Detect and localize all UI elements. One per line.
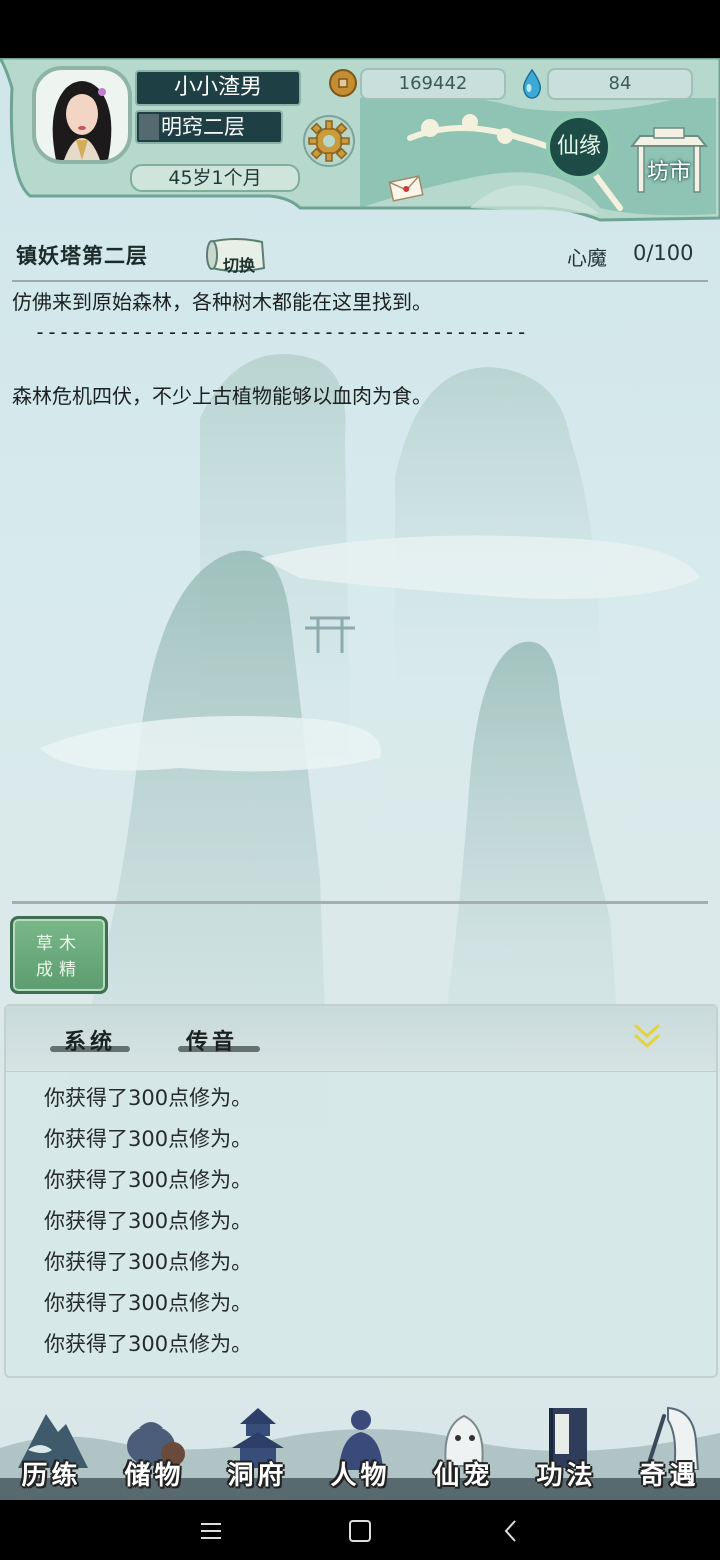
home-icon[interactable]	[347, 1518, 373, 1544]
nav-label: 仙宠	[433, 1461, 494, 1491]
chat-message: 你获得了300点修为。	[44, 1086, 253, 1110]
game-screen: 小小渣男 明窍二层 45岁1个月 169442 84 仙缘 坊市 镇妖塔第二层 …	[0, 58, 720, 1500]
system-navigation-bar	[0, 1500, 720, 1560]
xianyuan-button[interactable]: 仙缘	[546, 114, 612, 180]
chat-panel: 系统 传音 你获得了300点修为。 你获得了300点修为。 你获得了300点修为…	[4, 1004, 718, 1378]
nav-item-character[interactable]: 人物	[309, 1388, 412, 1500]
copper-coin-icon	[329, 69, 357, 97]
nav-item-storage[interactable]: 储物	[103, 1388, 206, 1500]
back-icon[interactable]	[498, 1518, 524, 1544]
chat-tab-bar: 系统 传音	[6, 1006, 716, 1072]
chat-message: 你获得了300点修为。	[44, 1332, 253, 1356]
coin-counter: 169442	[360, 68, 506, 100]
player-name: 小小渣男	[135, 70, 301, 106]
chat-message: 你获得了300点修为。	[44, 1209, 253, 1233]
spirit-stone-counter: 84	[547, 68, 693, 100]
nav-item-training[interactable]: 历练	[0, 1388, 103, 1500]
nav-label: 功法	[536, 1461, 597, 1491]
portrait-icon	[36, 70, 128, 160]
nav-item-cave[interactable]: 洞府	[206, 1388, 309, 1500]
spirit-drop-icon	[522, 68, 542, 99]
skill-button-label: 草木成精	[36, 934, 82, 980]
nav-item-adventure[interactable]: 奇遇	[618, 1388, 720, 1500]
cultivation-realm: 明窍二层	[135, 110, 283, 144]
chat-message: 你获得了300点修为。	[44, 1291, 253, 1315]
player-age: 45岁1个月	[130, 164, 300, 192]
tab-voice-message[interactable]: 传音	[186, 1024, 238, 1056]
avatar[interactable]	[32, 66, 132, 164]
nav-label: 洞府	[227, 1461, 288, 1491]
tower-title: 镇妖塔第二层	[16, 243, 148, 268]
heart-demon-value: 0/100	[633, 241, 694, 265]
skill-button[interactable]: 草木成精	[10, 916, 108, 994]
realm-progress-bar	[139, 114, 159, 140]
divider-bottom	[12, 901, 708, 904]
market-button-label[interactable]: 坊市	[634, 156, 704, 190]
realm-label: 明窍二层	[161, 115, 245, 139]
nav-label: 人物	[330, 1461, 391, 1491]
story-line-1: 仿佛来到原始森林，各种树木都能在这里找到。	[12, 290, 432, 314]
heart-demon-label: 心魔	[567, 246, 607, 270]
gear-icon[interactable]	[302, 114, 356, 168]
tab-system[interactable]: 系统	[64, 1024, 116, 1056]
chat-message: 你获得了300点修为。	[44, 1127, 253, 1151]
story-line-2: 森林危机四伏，不少上古植物能够以血肉为食。	[12, 384, 432, 408]
envelope-icon[interactable]	[388, 174, 424, 202]
switch-button-label[interactable]: 切换	[214, 252, 264, 276]
divider-top	[12, 280, 708, 282]
chat-message: 你获得了300点修为。	[44, 1250, 253, 1274]
nav-label: 历练	[21, 1461, 82, 1491]
nav-item-pet[interactable]: 仙宠	[412, 1388, 515, 1500]
chat-message: 你获得了300点修为。	[44, 1168, 253, 1192]
story-divider: ----------------------------------------…	[34, 320, 528, 344]
double-chevron-down-icon[interactable]	[632, 1022, 662, 1052]
nav-label: 奇遇	[639, 1461, 700, 1491]
nav-label: 储物	[124, 1461, 185, 1491]
nav-item-technique[interactable]: 功法	[515, 1388, 618, 1500]
bottom-nav: 历练 储物 洞府 人物 仙宠 功法 奇遇	[0, 1388, 720, 1500]
status-bar	[0, 0, 720, 58]
menu-icon[interactable]	[198, 1518, 224, 1544]
